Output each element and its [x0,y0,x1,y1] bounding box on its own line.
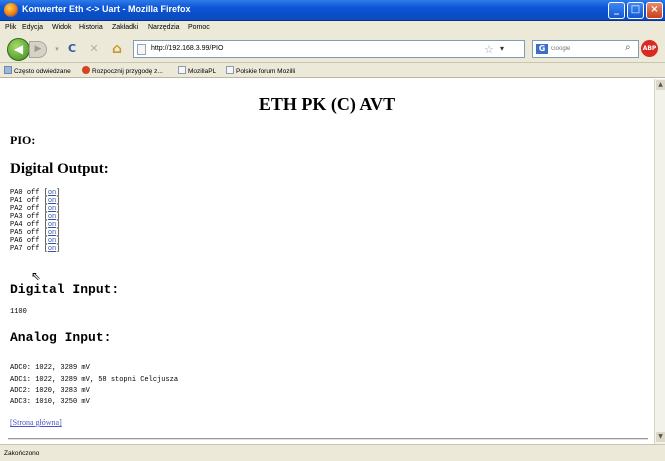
bookmark-item-getting-started[interactable]: Rozpocznij przygodę z... [82,66,163,75]
output-toggle-link[interactable]: on [48,213,56,221]
bookmark-item-most-visited[interactable]: Często odwiedzane [4,66,71,75]
menu-tools[interactable]: Narzędzia [148,24,180,31]
close-button[interactable]: × [646,2,663,19]
minimize-button[interactable]: _ [608,2,625,19]
output-row: PA4 off [on] [10,221,61,229]
output-row: PA3 off [on] [10,213,61,221]
reload-button[interactable]: C [65,41,79,57]
output-toggle-link[interactable]: on [48,221,56,229]
bookmark-label: Rozpocznij przygodę z... [92,68,163,75]
history-dropdown-icon[interactable]: ▾ [52,41,62,57]
status-text: Zakończono [4,450,40,457]
address-bar[interactable]: http://192.168.3.99/PIO ☆ ▾ [133,40,525,58]
stop-button[interactable]: ✕ [87,41,101,57]
status-bar: Zakończono [0,444,665,461]
search-icon[interactable]: ⌕ [625,42,631,53]
page-content: ETH PK (C) AVT PIO: Digital Output: PA0 … [0,79,654,444]
maximize-button[interactable]: □ [627,2,644,19]
forward-button[interactable]: ▶ [29,41,47,58]
window-title: Konwerter Eth <-> Uart - Mozilla Firefox [22,4,191,14]
bookmarks-toolbar: Często odwiedzane Rozpocznij przygodę z.… [0,63,665,78]
output-row: PA7 off [on] [10,245,61,253]
scroll-up-arrow-icon[interactable]: ▲ [656,80,665,90]
adblock-button[interactable]: ABP [641,40,658,57]
page-title: ETH PK (C) AVT [258,94,396,114]
menu-file[interactable]: Plik [5,24,16,31]
window-titlebar[interactable]: Konwerter Eth <-> Uart - Mozilla Firefox… [0,0,665,21]
back-button[interactable]: ◀ [7,38,30,61]
menu-history[interactable]: Historia [79,24,103,31]
home-page-link[interactable]: [Strona główna] [10,418,62,427]
output-toggle-link[interactable]: on [48,245,56,253]
bookmark-item-mozillapl[interactable]: MozillaPL [178,66,216,75]
folder-icon [4,66,12,74]
output-toggle-link[interactable]: on [48,205,56,213]
adc-line: ADC1: 1022, 3289 mV, 58 stopni Celcjusza [10,376,179,384]
adc-line: ADC0: 1022, 3289 mV [10,364,90,372]
search-input[interactable] [551,44,621,54]
output-toggle-link[interactable]: on [48,189,56,197]
menu-bar: Plik Edycja Widok Historia Zakładki Narz… [0,21,665,35]
output-row: PA5 off [on] [10,229,61,237]
output-row: PA1 off [on] [10,197,61,205]
output-row: PA6 off [on] [10,237,61,245]
horizontal-divider [8,438,648,440]
digital-output-heading: Digital Output: [10,161,109,177]
scroll-down-arrow-icon[interactable]: ▼ [656,432,665,442]
bookmark-label: Polskie forum Mozilli [236,68,296,75]
page-icon [226,66,234,74]
menu-view[interactable]: Widok [52,24,71,31]
vertical-scrollbar[interactable]: ▲ ▼ [654,79,665,444]
analog-input-heading: Analog Input: [10,330,112,345]
page-icon [178,66,186,74]
adc-line: ADC3: 1010, 3250 mV [10,398,90,406]
bookmark-item-forum[interactable]: Polskie forum Mozilli [226,66,295,75]
url-text[interactable]: http://192.168.3.99/PIO [151,45,223,52]
menu-help[interactable]: Pomoc [188,24,210,31]
search-engine-icon[interactable]: G [536,44,548,54]
digital-input-heading: Digital Input: [10,282,120,297]
url-dropdown-icon[interactable]: ▾ [500,44,504,53]
pio-heading: PIO: [10,133,36,147]
output-row: PA0 off [on] [10,189,61,197]
bookmark-label: Często odwiedzane [14,68,71,75]
firefox-logo-icon [4,3,18,17]
adc-line: ADC2: 1020, 3283 mV [10,387,90,395]
output-toggle-link[interactable]: on [48,229,56,237]
bookmark-star-icon[interactable]: ☆ [484,43,494,56]
output-toggle-link[interactable]: on [48,197,56,205]
output-toggle-link[interactable]: on [48,237,56,245]
mouse-pointer-icon: ⇖ [31,269,42,283]
output-row: PA2 off [on] [10,205,61,213]
menu-bookmarks[interactable]: Zakładki [112,24,138,31]
digital-input-value: 1100 [10,308,27,316]
menu-edit[interactable]: Edycja [22,24,43,31]
search-bar[interactable]: G ⌕ [532,40,639,58]
home-button[interactable]: ⌂ [109,41,125,57]
bookmark-label: MozillaPL [188,68,217,75]
page-icon [137,44,146,55]
firefox-bookmark-icon [82,66,90,74]
